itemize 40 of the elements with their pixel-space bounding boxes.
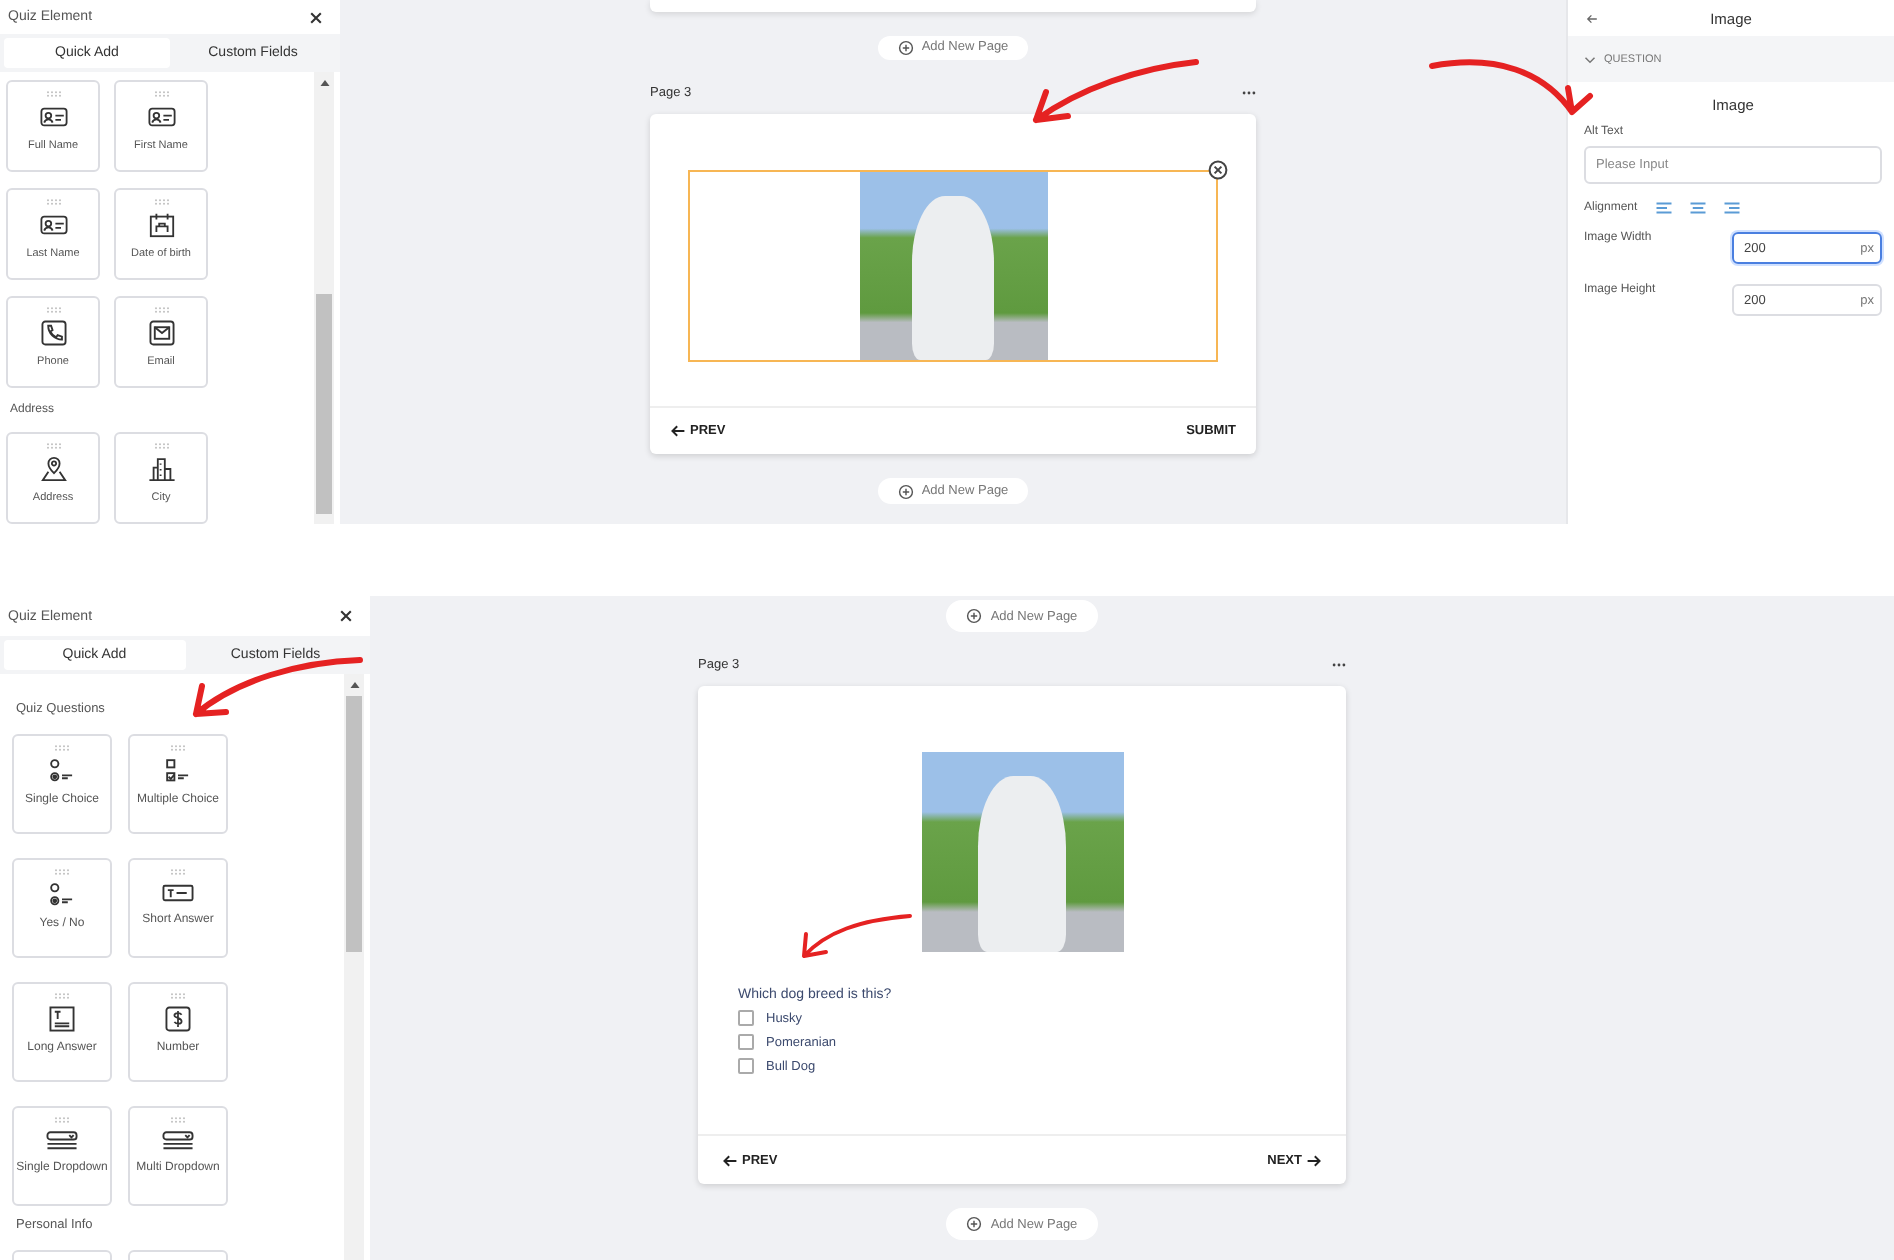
remove-icon[interactable] bbox=[1208, 160, 1228, 181]
radio-list-icon bbox=[48, 758, 76, 784]
add-icon bbox=[897, 39, 914, 56]
close-icon[interactable] bbox=[338, 608, 354, 624]
text-field-icon bbox=[162, 882, 194, 904]
checkbox-list-icon bbox=[164, 758, 192, 784]
checkbox[interactable] bbox=[738, 1010, 754, 1026]
add-icon bbox=[897, 483, 914, 500]
arrow-left-icon bbox=[722, 1153, 738, 1167]
align-right-icon[interactable] bbox=[1723, 202, 1740, 214]
add-icon bbox=[966, 608, 983, 624]
more-icon[interactable] bbox=[1332, 662, 1346, 668]
scrollbar-thumb[interactable] bbox=[346, 696, 362, 952]
id-card-icon bbox=[147, 104, 175, 130]
arrow-left-icon bbox=[670, 424, 686, 439]
back-arrow-icon[interactable] bbox=[1586, 13, 1598, 23]
add-icon bbox=[966, 1216, 983, 1232]
phone-icon bbox=[39, 320, 67, 346]
scrollbar-thumb[interactable] bbox=[316, 294, 332, 514]
calendar-icon bbox=[147, 212, 175, 238]
building-icon bbox=[147, 456, 175, 482]
id-card-icon bbox=[39, 104, 67, 130]
checkbox[interactable] bbox=[738, 1034, 754, 1050]
id-card-icon bbox=[39, 212, 67, 238]
checkbox[interactable] bbox=[738, 1058, 754, 1074]
align-center-icon[interactable] bbox=[1689, 202, 1706, 214]
envelope-icon bbox=[147, 320, 175, 346]
radio-list-icon bbox=[48, 882, 76, 908]
scroll-up-icon[interactable] bbox=[319, 80, 329, 86]
map-pin-icon bbox=[39, 456, 67, 482]
text-area-icon bbox=[48, 1006, 76, 1032]
close-icon[interactable] bbox=[308, 9, 324, 25]
align-left-icon[interactable] bbox=[1655, 202, 1672, 214]
dollar-icon bbox=[164, 1006, 192, 1032]
dropdown-icon bbox=[162, 1130, 194, 1152]
arrow-right-icon bbox=[1306, 1153, 1322, 1167]
dropdown-icon bbox=[46, 1130, 78, 1152]
more-icon[interactable] bbox=[1242, 90, 1256, 97]
scroll-up-icon[interactable] bbox=[349, 682, 359, 688]
annotation-arrow bbox=[802, 914, 912, 958]
